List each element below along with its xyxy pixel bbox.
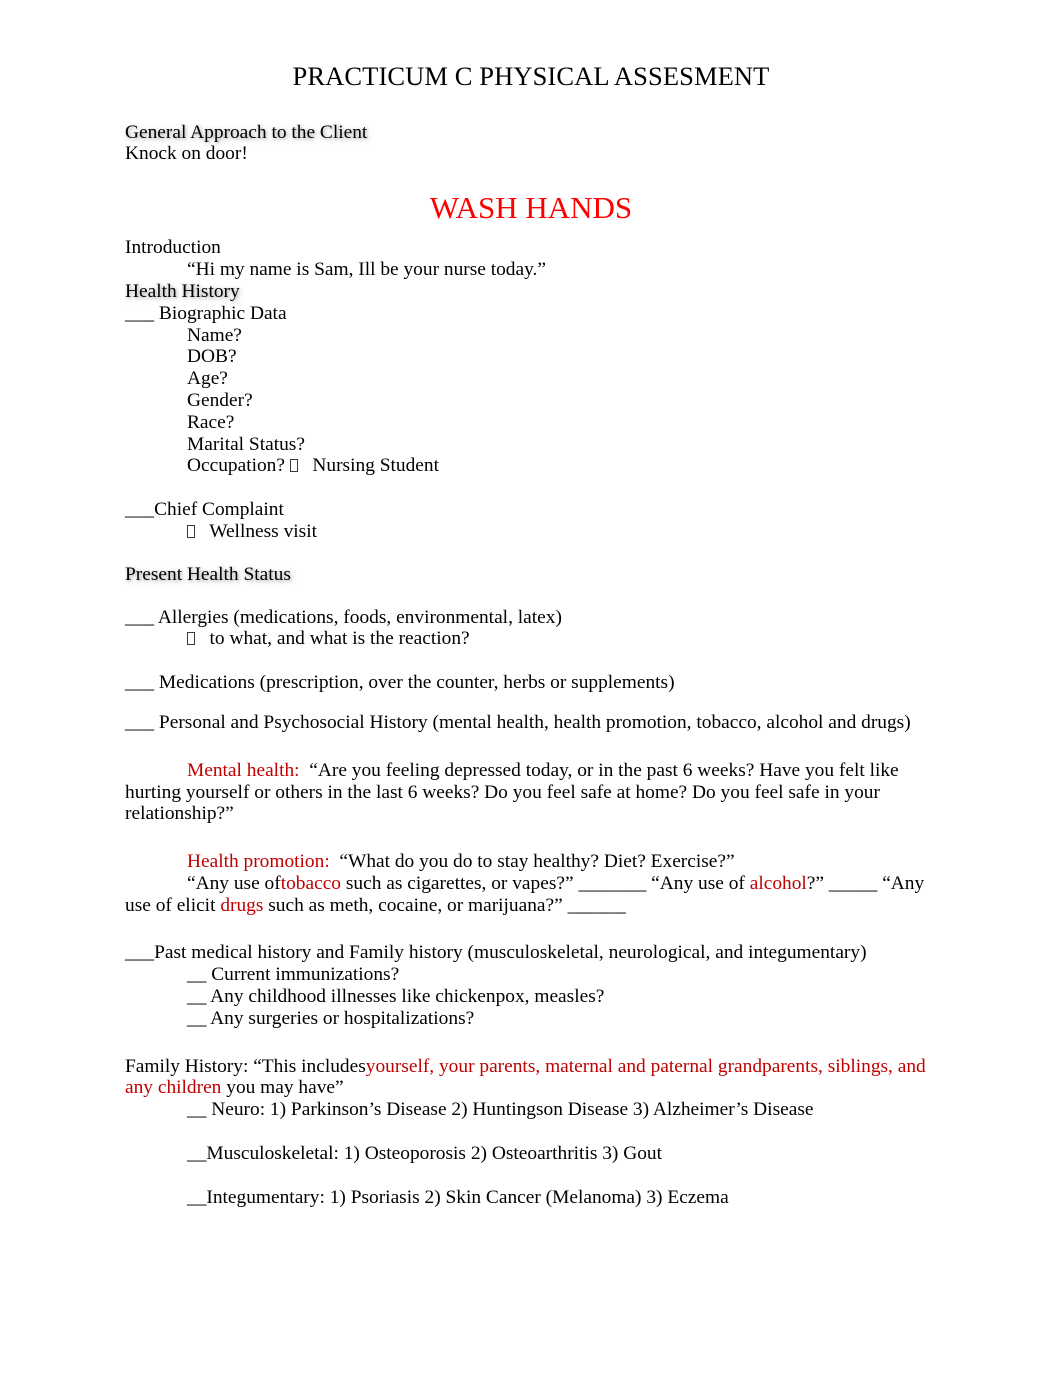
past-medical-item-childhood-illnesses: __ Any childhood illnesses like chickenp… <box>187 986 605 1008</box>
knock-on-door-line: Knock on door! <box>125 143 248 165</box>
substance-seg-6: such as meth, cocaine, or marijuana?” <box>263 894 568 916</box>
missing-glyph-icon <box>187 524 195 538</box>
mental-health-paragraph: Mental health: “Are you feeling depresse… <box>125 760 937 825</box>
substance-alcohol: alcohol <box>749 872 807 894</box>
past-medical-item-surgeries: __ Any surgeries or hospitalizations? <box>187 1007 475 1029</box>
health-history-heading-text: Health History <box>125 280 240 302</box>
general-approach-heading: General Approach to the Client <box>125 122 937 144</box>
substance-seg-4: ?” <box>806 872 829 894</box>
biographic-item-dob: DOB? <box>187 346 237 368</box>
substance-blank-3: ______ <box>567 894 626 916</box>
family-history-musculoskeletal: __Musculoskeletal: 1) Osteoporosis 2) Os… <box>187 1143 663 1165</box>
biographic-item-age: Age? <box>187 368 228 390</box>
document-page: PRACTICUM C PHYSICAL ASSESMENT General A… <box>0 0 1062 1377</box>
wash-hands-banner: WASH HANDS <box>429 190 633 226</box>
family-history-lead-black: Family History: “This includes <box>125 1055 366 1077</box>
mental-health-label: Mental health: <box>187 759 300 781</box>
substance-blank-1: _______ <box>578 872 647 894</box>
biographic-item-name: Name? <box>187 324 242 346</box>
biographic-data-label: ___ Biographic Data <box>125 302 287 324</box>
family-history-paragraph: Family History: “This includesyourself, … <box>125 1056 937 1100</box>
allergies-label: ___ Allergies (medications, foods, envir… <box>125 606 562 628</box>
allergies-bullet-text: to what, and what is the reaction? <box>209 628 470 650</box>
chief-complaint-bullet-item: Wellness visit <box>125 521 937 543</box>
health-promotion-text: “What do you do to stay healthy? Diet? E… <box>339 851 735 873</box>
introduction-script-line: “Hi my name is Sam, Ill be your nurse to… <box>187 259 547 281</box>
present-health-status-heading-text: Present Health Status <box>125 563 291 585</box>
missing-glyph-icon <box>289 459 298 473</box>
biographic-item-race: Race? <box>187 411 235 433</box>
introduction-heading: Introduction <box>125 237 221 259</box>
past-medical-item-immunizations: __ Current immunizations? <box>187 964 400 986</box>
family-history-tail-black: you may have” <box>226 1077 344 1099</box>
general-approach-heading-text: General Approach to the Client <box>125 121 368 143</box>
substance-seg-2: such as cigarettes, or vapes?” <box>341 872 579 894</box>
missing-glyph-icon <box>187 632 195 646</box>
present-health-status-heading: Present Health Status <box>125 564 937 586</box>
chief-complaint-bullet-text: Wellness visit <box>209 520 317 542</box>
health-history-heading: Health History <box>125 281 937 303</box>
health-promotion-line: Health promotion: “What do you do to sta… <box>125 851 937 873</box>
chief-complaint-label: ___Chief Complaint <box>125 499 284 521</box>
substance-drugs: drugs <box>220 894 264 916</box>
substance-blank-2: _____ <box>828 872 878 894</box>
family-history-integumentary: __Integumentary: 1) Psoriasis 2) Skin Ca… <box>187 1186 729 1208</box>
occupation-label: Occupation? <box>187 455 285 477</box>
substance-seg-3: “Any use of <box>646 872 750 894</box>
occupation-value: Nursing Student <box>312 455 439 477</box>
substance-use-paragraph: “Any use oftobacco such as cigarettes, o… <box>125 873 937 917</box>
biographic-item-gender: Gender? <box>187 389 253 411</box>
page-title: PRACTICUM C PHYSICAL ASSESMENT <box>292 61 770 91</box>
allergies-bullet-item: to what, and what is the reaction? <box>125 628 937 650</box>
biographic-item-marital-status: Marital Status? <box>187 433 305 455</box>
past-medical-history-label: ___Past medical history and Family histo… <box>125 942 867 964</box>
substance-seg-1: “Any use of <box>187 872 281 894</box>
biographic-item-occupation: Occupation? Nursing Student <box>125 455 937 477</box>
family-history-neuro: __ Neuro: 1) Parkinson’s Disease 2) Hunt… <box>187 1099 814 1121</box>
health-promotion-label: Health promotion: <box>187 851 330 873</box>
medications-label: ___ Medications (prescription, over the … <box>125 672 675 694</box>
personal-psychosocial-label: ___ Personal and Psychosocial History (m… <box>125 711 911 733</box>
substance-tobacco: tobacco <box>280 872 341 894</box>
